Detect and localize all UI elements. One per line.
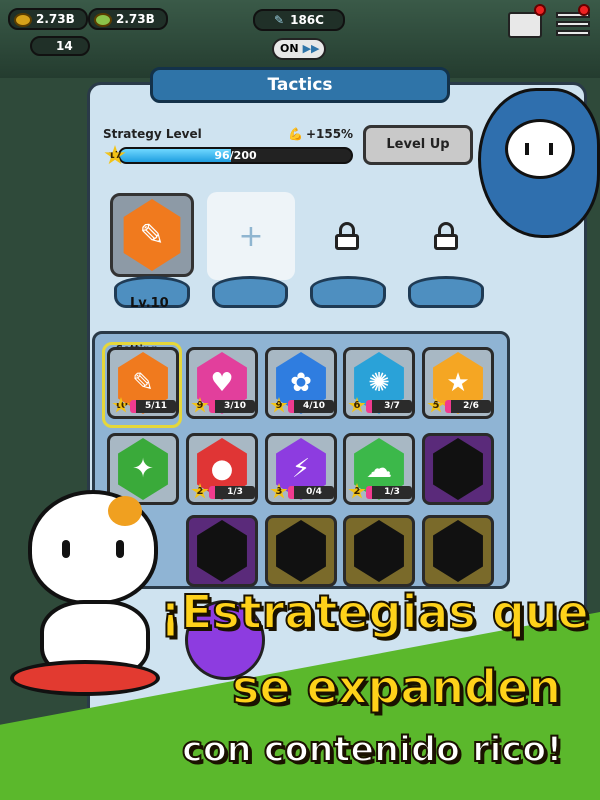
plus-icon: + — [238, 218, 264, 254]
auto-toggle[interactable]: ON ▶▶ — [272, 38, 326, 60]
empty-slot — [422, 433, 494, 505]
gem-counter: ✎ 186C — [253, 9, 345, 31]
plant-icon — [94, 13, 112, 27]
tactic-cell[interactable]: ⚡ 3 0/4 — [265, 433, 337, 505]
tactic-count: 1/3 — [366, 486, 412, 499]
gem-icon: ✎ — [274, 13, 285, 27]
resource-counter-2: 2.73B — [88, 8, 168, 30]
promo-line-3: con contenido rico! — [181, 729, 563, 771]
coin-icon — [14, 13, 32, 27]
resource-counter-3: 14 — [30, 36, 90, 56]
mail-notification-dot — [534, 4, 546, 16]
muscle-tactic-icon: ✎ — [123, 199, 181, 271]
bonus-indicator: 💪 +155% — [288, 127, 354, 141]
character-cat-warrior — [478, 88, 600, 238]
pedestal-2 — [212, 276, 288, 308]
tactic-cell[interactable]: ● 2 1/3 — [186, 433, 258, 505]
tactic-count: 0/4 — [288, 486, 334, 499]
progress-text: 96/200 — [214, 149, 257, 162]
tactic-count: 1/3 — [209, 486, 255, 499]
promo-line-1: ¡Estrategias que — [159, 584, 590, 640]
mail-icon[interactable] — [508, 12, 542, 38]
empty-slot — [343, 515, 415, 587]
lock-icon — [433, 222, 459, 250]
tactic-count: 4/10 — [288, 400, 334, 413]
fast-forward-icon: ▶▶ — [302, 42, 320, 55]
strategy-progress-bar: 96/200 — [118, 147, 353, 164]
menu-icon[interactable] — [556, 12, 590, 40]
pedestal-4 — [408, 276, 484, 308]
tactic-cell[interactable]: ✎ 10 5/11 — [107, 347, 179, 419]
menu-notification-dot — [578, 4, 590, 16]
tactic-count: 3/10 — [209, 400, 255, 413]
panel-title: Tactics — [150, 67, 450, 103]
strategy-level-label: Strategy Level — [103, 127, 202, 141]
empty-hex-icon — [354, 520, 404, 582]
tactic-cell[interactable]: ♥ 9 3/10 — [186, 347, 258, 419]
level-up-button[interactable]: Level Up — [363, 125, 473, 165]
empty-hex-icon — [433, 520, 483, 582]
empty-hex-icon — [276, 520, 326, 582]
tactic-cell[interactable]: ✿ 9 4/10 — [265, 347, 337, 419]
empty-hex-icon — [433, 438, 483, 500]
resource-counter-1: 2.73B — [8, 8, 88, 30]
tactic-cell[interactable]: ★ 5 2/6 — [422, 347, 494, 419]
empty-slot — [186, 515, 258, 587]
empty-hex-icon — [197, 520, 247, 582]
pedestal-3 — [310, 276, 386, 308]
character-lucky-cat — [10, 470, 170, 710]
empty-slot — [422, 515, 494, 587]
equipped-level: Lv.10 — [130, 296, 169, 311]
tactic-count: 3/7 — [366, 400, 412, 413]
muscle-icon: 💪 — [288, 127, 303, 141]
tactic-count: 2/6 — [445, 400, 491, 413]
equipped-slot-1[interactable]: ✎ — [110, 193, 194, 277]
lock-icon — [334, 222, 360, 250]
promo-line-2: se expanden — [231, 659, 562, 715]
add-slot[interactable]: + — [207, 192, 295, 280]
empty-slot — [265, 515, 337, 587]
tactic-cell[interactable]: ☁ 2 1/3 — [343, 433, 415, 505]
tactic-count: 5/11 — [130, 400, 176, 413]
tactic-cell[interactable]: ✺ 6 3/7 — [343, 347, 415, 419]
